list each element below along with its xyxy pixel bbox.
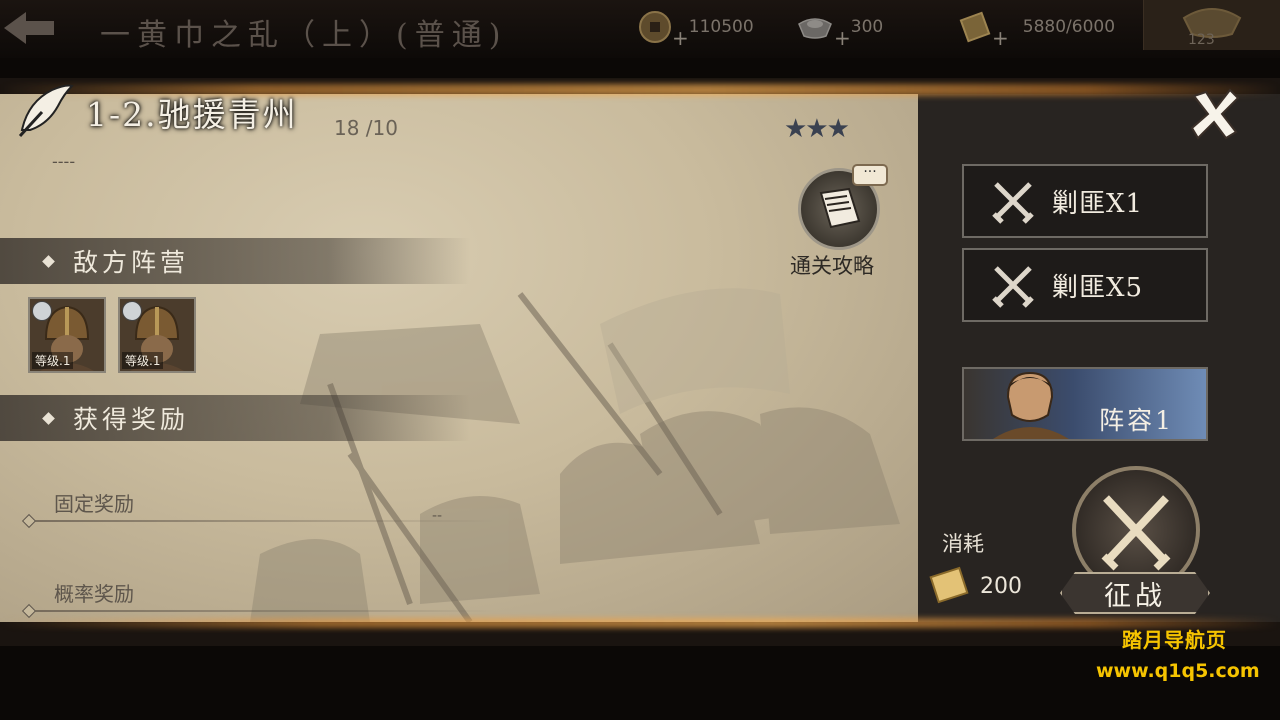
chat-bubble-icon: ··· [852,164,888,186]
sweep-x1-label: 剿匪X1 [1052,188,1144,219]
stamina-scroll-icon [959,11,991,43]
enemy-unit-card[interactable]: 等级.1 [28,297,106,373]
watermark-title: 踏月导航页 [1122,628,1227,652]
silver-resource[interactable]: + 300 [796,8,884,50]
stage-title: 1-2.驰援青州 [86,95,298,134]
reward-section-title: 获得奖励 [73,405,190,434]
copper-value: 110500 [688,17,754,37]
lineup-label: 阵容1 [1099,406,1174,435]
fixed-reward-label: 固定奖励 [54,492,134,516]
diamond-bullet-icon [42,254,55,268]
gold-count: 123 [1188,32,1215,48]
crossed-swords-icon [992,182,1034,224]
chapter-title: 一黄巾之乱（上）(普通) [100,18,508,53]
add-icon[interactable]: + [672,26,689,50]
stamina-resource[interactable]: + 5880/6000 [958,8,1116,50]
stage-progress: 18 /10 [334,116,398,140]
diamond-bullet-icon [42,411,55,425]
fight-label: 征战 [1104,580,1166,612]
reward-section-header: 获得奖励 [0,395,470,441]
crossed-swords-icon [992,266,1034,308]
sweep-x1-button[interactable]: 剿匪X1 [962,164,1208,238]
stage-description: ---- [52,152,76,171]
back-arrow-icon[interactable] [0,8,58,48]
frame-glow-bottom [0,618,1280,628]
stamina-value: 5880/6000 [1022,17,1116,37]
enemy-section-header: 敌方阵营 [0,238,470,284]
add-icon[interactable]: + [834,26,851,50]
silver-value: 300 [850,17,884,37]
fixed-reward-value: -- [432,508,443,524]
star-rating: ★★★ [784,114,850,144]
divider [26,610,496,612]
cost-label: 消耗 [942,532,984,556]
stamina-scroll-icon [929,566,969,604]
unit-type-badge-icon [122,301,142,321]
silver-ingot-icon [798,18,832,39]
add-icon[interactable]: + [992,26,1009,50]
enemy-section-title: 敌方阵营 [73,248,190,277]
chance-reward-label: 概率奖励 [54,582,134,606]
enemy-unit-card[interactable]: 等级.1 [118,297,196,373]
unit-level: 等级.1 [122,352,164,369]
copper-resource[interactable]: + 110500 [638,8,754,50]
copper-coin-icon [639,11,671,43]
guide-label[interactable]: 通关攻略 [790,250,874,280]
quill-icon [18,84,74,138]
watermark-url: www.q1q5.com [1096,660,1260,682]
general-portrait-icon [993,371,1069,439]
unit-type-badge-icon [32,301,52,321]
sweep-x5-button[interactable]: 剿匪X5 [962,248,1208,322]
fight-button[interactable]: 征战 [1060,572,1210,614]
cost-value: 200 [980,574,1022,599]
close-icon[interactable] [1186,86,1242,142]
lineup-button[interactable]: 阵容1 [962,367,1208,441]
sweep-x5-label: 剿匪X5 [1052,272,1144,303]
divider [26,520,496,522]
unit-level: 等级.1 [32,352,74,369]
